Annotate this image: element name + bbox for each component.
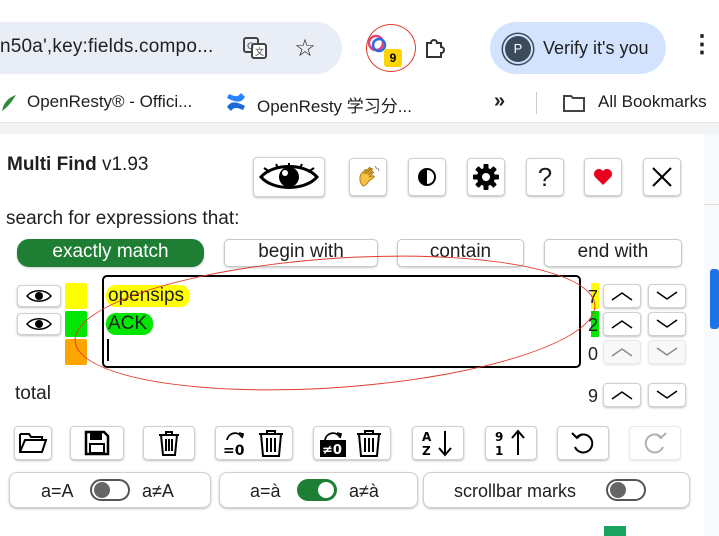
- avatar: P: [505, 36, 531, 62]
- page-behind-strip: [704, 134, 719, 536]
- close-icon: [652, 167, 672, 187]
- next-match-button[interactable]: [648, 312, 686, 336]
- redo-icon: [644, 432, 667, 454]
- clear-nonzero-trash-icon: ≠0: [320, 430, 381, 458]
- svg-text:≠0: ≠0: [322, 443, 342, 458]
- heart-icon: [594, 169, 612, 185]
- next-total-match-button[interactable]: [648, 383, 686, 407]
- sort-alphabetical-button[interactable]: AZ: [412, 426, 464, 460]
- chevron-up-icon: [611, 292, 633, 301]
- contrast-icon: [418, 168, 436, 186]
- translate-icon[interactable]: G文: [240, 33, 270, 63]
- term-visibility-button[interactable]: [17, 285, 61, 307]
- svg-text:9: 9: [495, 430, 503, 444]
- sort-count-button[interactable]: 91: [485, 426, 537, 460]
- clear-nonzero-matches-button[interactable]: ≠0: [313, 426, 391, 460]
- chevron-down-icon: [656, 291, 678, 300]
- chevron-up-icon: [611, 391, 633, 400]
- page-behind-green-element: [604, 526, 626, 536]
- eye-icon: [26, 318, 52, 330]
- chevron-down-icon: [656, 319, 678, 328]
- undo-icon: [571, 432, 594, 454]
- clear-zero-trash-icon: =0: [223, 430, 283, 458]
- eye-icon: [26, 290, 52, 302]
- close-button[interactable]: [643, 158, 681, 196]
- openresty-favicon-icon: [0, 93, 18, 113]
- chevron-down-icon: [656, 347, 678, 356]
- previous-total-match-button[interactable]: [603, 383, 641, 407]
- chevron-down-icon: [656, 390, 678, 399]
- waving-hand-icon: [359, 165, 380, 187]
- contrast-button[interactable]: [408, 158, 446, 196]
- sort-az-icon: AZ: [422, 430, 452, 458]
- annotation-circle: [366, 24, 416, 72]
- svg-text:文: 文: [255, 46, 264, 58]
- gear-icon: [473, 164, 499, 190]
- favorite-button[interactable]: [584, 158, 622, 196]
- accent-sensitive-label: a≠à: [349, 481, 379, 501]
- chevron-up-icon: [611, 320, 633, 329]
- popup-title: Multi Find v1.93: [7, 154, 149, 175]
- scrollbar-marks-toggle-group: scrollbar marks: [423, 472, 690, 508]
- svg-text:=0: =0: [223, 443, 245, 458]
- accent-sensitivity-toggle-group: a=à a≠à: [219, 472, 418, 508]
- previous-match-button[interactable]: [603, 284, 641, 308]
- svg-text:Z: Z: [422, 444, 431, 458]
- svg-text:A: A: [422, 430, 432, 444]
- eye-toggle-button[interactable]: [253, 157, 325, 197]
- floppy-disk-icon: [84, 430, 110, 456]
- svg-text:G: G: [247, 42, 254, 52]
- save-list-button[interactable]: [70, 426, 124, 460]
- url-text[interactable]: n50a',key:fields.compo...: [0, 36, 214, 58]
- trash-icon: [159, 431, 179, 456]
- next-match-button[interactable]: [648, 340, 686, 364]
- clear-all-button[interactable]: [143, 426, 195, 460]
- accent-insensitive-label: a=à: [250, 481, 281, 501]
- undo-button[interactable]: [557, 426, 609, 460]
- scrollbar-marks-switch[interactable]: [606, 479, 646, 501]
- sort-91-icon: 91: [495, 429, 525, 458]
- bookmarks-overflow-icon[interactable]: »: [494, 90, 505, 113]
- total-label: total: [15, 383, 51, 404]
- folder-open-icon: [19, 433, 48, 453]
- redo-button[interactable]: [629, 426, 681, 460]
- term-visibility-button[interactable]: [17, 313, 61, 335]
- bookmark-all-bookmarks[interactable]: All Bookmarks: [598, 92, 707, 112]
- eye-icon: [259, 163, 319, 189]
- mode-end-with[interactable]: end with: [544, 239, 682, 267]
- bookmark-openresty-study[interactable]: OpenResty 学习分...: [257, 92, 412, 117]
- scrollbar-marks-label: scrollbar marks: [454, 481, 577, 501]
- accent-sensitivity-switch[interactable]: [297, 479, 337, 501]
- confluence-icon: [225, 91, 247, 113]
- case-insensitive-label: a=A: [41, 481, 74, 501]
- clear-zero-matches-button[interactable]: =0: [215, 426, 293, 460]
- bookmark-openresty-official[interactable]: OpenResty® - Offici...: [27, 92, 192, 112]
- search-label: search for expressions that:: [6, 208, 240, 229]
- case-sensitive-label: a≠A: [142, 481, 174, 501]
- chevron-up-icon: [611, 348, 633, 357]
- open-list-button[interactable]: [14, 426, 52, 460]
- next-match-button[interactable]: [648, 284, 686, 308]
- verify-label: Verify it's you: [543, 38, 649, 58]
- folder-icon: [562, 92, 586, 114]
- bookmark-star-icon[interactable]: ☆: [290, 33, 320, 63]
- total-count: 9: [587, 386, 598, 406]
- bookmarks-divider: [536, 92, 537, 114]
- mode-exactly-match[interactable]: exactly match: [17, 239, 204, 267]
- previous-match-button[interactable]: [603, 312, 641, 336]
- case-sensitivity-toggle-group: a=A a≠A: [9, 472, 211, 508]
- previous-match-button[interactable]: [603, 340, 641, 364]
- svg-text:1: 1: [495, 444, 503, 458]
- case-sensitivity-switch[interactable]: [90, 479, 130, 501]
- term-count: 0: [587, 344, 598, 364]
- term-color-swatch[interactable]: [65, 283, 87, 309]
- browser-menu-icon[interactable]: ⋮: [690, 30, 714, 66]
- settings-button[interactable]: [467, 158, 505, 196]
- wave-button[interactable]: [349, 158, 387, 196]
- extensions-puzzle-icon[interactable]: [420, 33, 450, 63]
- help-button[interactable]: ?: [526, 158, 564, 196]
